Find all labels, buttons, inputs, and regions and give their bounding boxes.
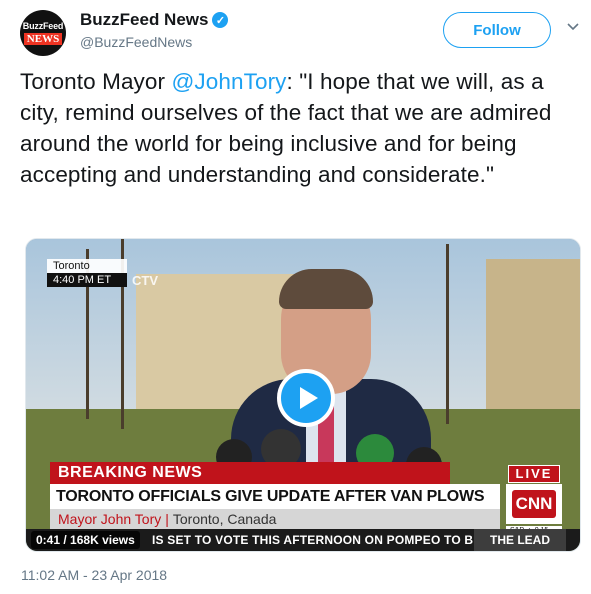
video-duration-views: 0:41 / 168K views	[31, 531, 140, 549]
ticker-segment-label: THE LEAD	[474, 529, 566, 551]
live-badge: LIVE	[508, 465, 560, 483]
avatar-news-text: NEWS	[23, 33, 63, 45]
video-time-label: 4:40 PM ET	[47, 273, 127, 287]
breaking-news-banner: BREAKING NEWS	[50, 462, 450, 484]
chyron-headline: TORONTO OFFICIALS GIVE UPDATE AFTER VAN …	[50, 484, 500, 530]
play-button[interactable]	[277, 369, 335, 427]
lower-third-divider: |	[165, 511, 169, 527]
author-display-name[interactable]: BuzzFeed News ✓	[80, 10, 229, 30]
tweet-text-prefix: Toronto Mayor	[20, 69, 172, 94]
cnn-logo-text: CNN	[511, 490, 557, 518]
play-icon	[299, 387, 318, 409]
cnn-logo: CNN	[506, 484, 562, 524]
tweet-header: BuzzFeed NEWS BuzzFeed News ✓ @BuzzFeedN…	[20, 8, 580, 56]
chevron-down-icon[interactable]	[566, 20, 580, 34]
verified-badge-icon: ✓	[212, 12, 229, 28]
video-views: 168K views	[70, 533, 135, 547]
follow-button[interactable]: Follow	[443, 12, 551, 48]
speaker-name: Mayor John Tory	[58, 511, 162, 527]
video-location-label: Toronto	[47, 259, 127, 273]
ticker-text: IS SET TO VOTE THIS AFTERNOON ON POMPEO …	[152, 533, 510, 547]
channel-bug: CTV	[132, 273, 158, 288]
video-background-tree	[446, 244, 449, 424]
avatar-brand-text: BuzzFeed	[22, 21, 64, 31]
video-player[interactable]: Toronto 4:40 PM ET CTV BREAKING NEWS LIV…	[25, 238, 581, 552]
author-names: BuzzFeed News ✓ @BuzzFeedNews	[80, 10, 229, 50]
speaker-hair	[279, 269, 373, 309]
video-background-building-right	[486, 259, 580, 429]
mention-link[interactable]: @JohnTory	[171, 69, 286, 94]
tweet-text: Toronto Mayor @JohnTory: "I hope that we…	[20, 66, 576, 190]
author-handle[interactable]: @BuzzFeedNews	[80, 34, 228, 50]
tweet-timestamp[interactable]: 11:02 AM - 23 Apr 2018	[21, 567, 167, 583]
speaker-lower-third: Mayor John Tory | Toronto, Canada	[50, 509, 500, 529]
speaker-place: Toronto, Canada	[172, 511, 277, 527]
author-name-text[interactable]: BuzzFeed News	[80, 10, 208, 30]
video-duration: 0:41	[36, 533, 61, 547]
avatar[interactable]: BuzzFeed NEWS	[20, 10, 66, 56]
